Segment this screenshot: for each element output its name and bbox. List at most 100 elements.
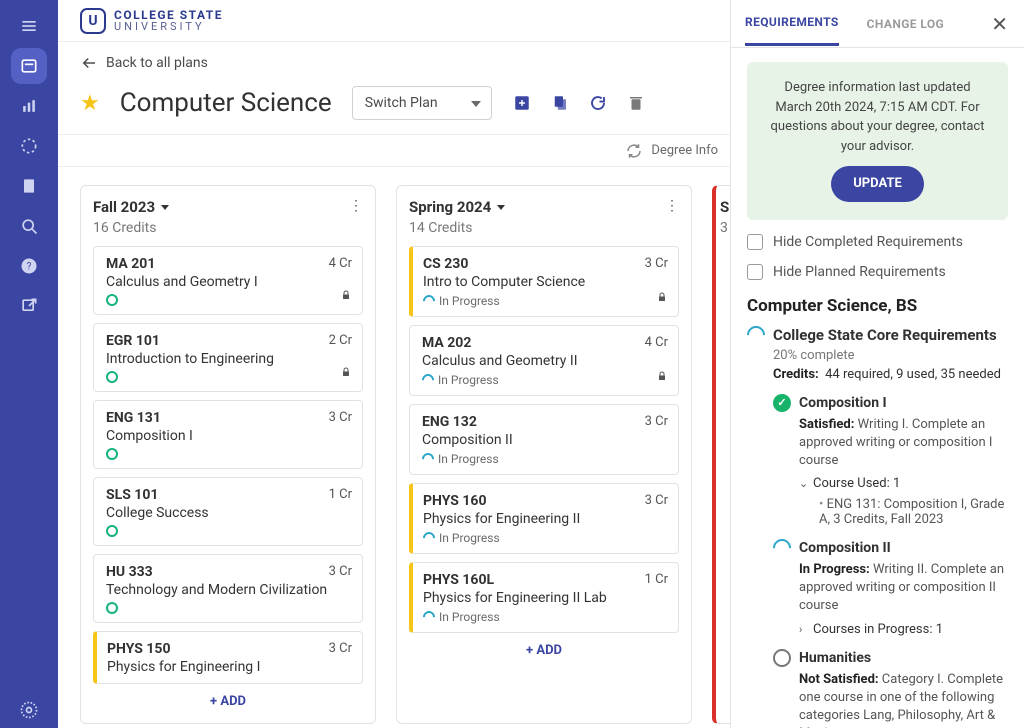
course-card[interactable]: ENG 1313 Cr Composition I bbox=[93, 400, 363, 469]
course-credits: 3 Cr bbox=[329, 641, 352, 657]
back-link-label: Back to all plans bbox=[106, 55, 208, 71]
external-icon[interactable] bbox=[11, 288, 47, 324]
term-credits: 3 bbox=[720, 220, 730, 236]
nav-plan-icon[interactable] bbox=[11, 48, 47, 84]
term-name[interactable]: Spring 2024 bbox=[409, 198, 505, 216]
course-credits: 1 Cr bbox=[329, 487, 352, 503]
lock-icon bbox=[340, 365, 352, 383]
course-card[interactable]: EGR 1012 Cr Introduction to Engineering bbox=[93, 323, 363, 392]
chevron-icon: › bbox=[799, 623, 809, 636]
course-card[interactable]: ENG 1323 Cr Composition II In Progress bbox=[409, 404, 679, 475]
course-status bbox=[106, 448, 352, 460]
plan-title: Computer Science bbox=[120, 88, 332, 118]
course-status: In Progress bbox=[422, 373, 668, 387]
course-card[interactable]: PHYS 1603 Cr Physics for Engineering II … bbox=[409, 483, 679, 554]
close-icon[interactable]: ✕ bbox=[991, 12, 1008, 36]
course-status: In Progress bbox=[423, 294, 668, 308]
done-badge-icon bbox=[773, 394, 791, 412]
course-card[interactable]: CS 2303 Cr Intro to Computer Science In … bbox=[409, 246, 679, 317]
refresh-button[interactable] bbox=[588, 93, 608, 113]
course-code: PHYS 160 bbox=[423, 493, 486, 509]
hide-planned-checkbox[interactable]: Hide Planned Requirements bbox=[747, 264, 1008, 280]
lock-icon bbox=[656, 369, 668, 387]
svg-text:?: ? bbox=[27, 261, 32, 272]
switch-plan-dropdown[interactable]: Switch Plan bbox=[352, 86, 492, 120]
requirement-item: Composition II In Progress: Writing II. … bbox=[773, 539, 1008, 637]
settings-icon[interactable] bbox=[11, 692, 47, 728]
arrow-left-icon bbox=[80, 54, 98, 72]
back-link[interactable]: Back to all plans bbox=[80, 54, 708, 72]
star-icon[interactable]: ★ bbox=[80, 91, 100, 116]
req-title: Composition I bbox=[799, 395, 887, 411]
course-name: Calculus and Geometry I bbox=[106, 274, 352, 290]
course-status bbox=[106, 371, 352, 383]
requirement-item: Humanities Not Satisfied: Category I. Co… bbox=[773, 649, 1008, 728]
notice-text: Degree information last updated March 20… bbox=[769, 78, 986, 156]
nav-rail: ? bbox=[0, 0, 58, 728]
req-title: Humanities bbox=[799, 650, 871, 666]
req-expand-link[interactable]: ›Courses in Progress: 1 bbox=[799, 622, 1008, 637]
course-card[interactable]: MA 2024 Cr Calculus and Geometry II In P… bbox=[409, 325, 679, 396]
progress-badge-icon bbox=[743, 322, 768, 347]
course-card[interactable]: PHYS 1503 Cr Physics for Engineering I bbox=[93, 631, 363, 684]
course-name: Technology and Modern Civilization bbox=[106, 582, 352, 598]
course-status bbox=[106, 525, 352, 537]
hamburger-icon[interactable] bbox=[11, 8, 47, 44]
nav-bars-icon[interactable] bbox=[11, 88, 47, 124]
course-name: Composition I bbox=[106, 428, 352, 444]
req-group-core: College State Core Requirements 20% comp… bbox=[747, 326, 1008, 728]
university-logo[interactable]: U COLLEGE STATE UNIVERSITY bbox=[80, 8, 223, 34]
tab-requirements[interactable]: REQUIREMENTS bbox=[745, 15, 839, 46]
course-card[interactable]: PHYS 160L 1 Cr Physics for Engineering II… bbox=[409, 562, 679, 633]
degree-name: Computer Science, BS bbox=[747, 296, 1008, 316]
add-button[interactable] bbox=[512, 93, 532, 113]
req-status-label: Not Satisfied: bbox=[799, 672, 879, 687]
course-status bbox=[106, 602, 352, 614]
add-course-button[interactable]: + ADD bbox=[93, 684, 363, 713]
update-button[interactable]: UPDATE bbox=[831, 166, 924, 202]
search-icon[interactable] bbox=[11, 208, 47, 244]
add-course-button[interactable]: + ADD bbox=[409, 633, 679, 662]
course-credits: 3 Cr bbox=[645, 493, 668, 509]
course-credits: 1 Cr bbox=[645, 572, 668, 588]
copy-button[interactable] bbox=[550, 93, 570, 113]
course-credits: 3 Cr bbox=[645, 414, 668, 430]
nav-book-icon[interactable] bbox=[11, 168, 47, 204]
lock-icon bbox=[656, 290, 668, 308]
term-credits: 14 Credits bbox=[409, 220, 505, 236]
term-board: Fall 2023 16 Credits ⋮ MA 2014 Cr Calcul… bbox=[58, 167, 730, 728]
req-expand-link[interactable]: ⌄Course Used: 1 bbox=[799, 476, 1008, 491]
course-name: Physics for Engineering II Lab bbox=[423, 590, 668, 606]
course-name: Calculus and Geometry II bbox=[422, 353, 668, 369]
checkbox-icon bbox=[747, 264, 763, 280]
course-name: Physics for Engineering II bbox=[423, 511, 668, 527]
course-credits: 2 Cr bbox=[329, 333, 352, 349]
requirements-panel: REQUIREMENTS CHANGE LOG ✕ Degree informa… bbox=[730, 0, 1024, 728]
term-menu-button[interactable]: ⋮ bbox=[349, 198, 363, 214]
nav-progress-icon[interactable] bbox=[11, 128, 47, 164]
delete-button[interactable] bbox=[626, 93, 646, 113]
term-card-cut: S3 bbox=[712, 185, 730, 724]
req-title: Composition II bbox=[799, 540, 891, 556]
course-card[interactable]: MA 2014 Cr Calculus and Geometry I bbox=[93, 246, 363, 315]
course-code: PHYS 160L bbox=[423, 572, 494, 588]
course-status bbox=[106, 294, 352, 306]
course-card[interactable]: SLS 1011 Cr College Success bbox=[93, 477, 363, 546]
course-code: ENG 132 bbox=[422, 414, 477, 430]
chevron-icon: ⌄ bbox=[799, 477, 809, 490]
degree-info-label: Degree Info bbox=[651, 143, 718, 158]
course-code: EGR 101 bbox=[106, 333, 160, 349]
requirement-item: Composition I Satisfied: Writing I. Comp… bbox=[773, 394, 1008, 528]
chevron-down-icon bbox=[497, 205, 505, 210]
credits-value: 44 required, 9 used, 35 needed bbox=[825, 367, 1001, 382]
tab-change-log[interactable]: CHANGE LOG bbox=[867, 17, 944, 45]
course-code: SLS 101 bbox=[106, 487, 158, 503]
term-menu-button[interactable]: ⋮ bbox=[665, 198, 679, 214]
term-name[interactable]: Fall 2023 bbox=[93, 198, 169, 216]
req-group-percent: 20% complete bbox=[773, 348, 1008, 363]
course-card[interactable]: HU 3333 Cr Technology and Modern Civiliz… bbox=[93, 554, 363, 623]
hide-completed-checkbox[interactable]: Hide Completed Requirements bbox=[747, 234, 1008, 250]
help-icon[interactable]: ? bbox=[11, 248, 47, 284]
logo-line2: UNIVERSITY bbox=[114, 21, 223, 32]
credits-label: Credits: bbox=[773, 367, 819, 382]
